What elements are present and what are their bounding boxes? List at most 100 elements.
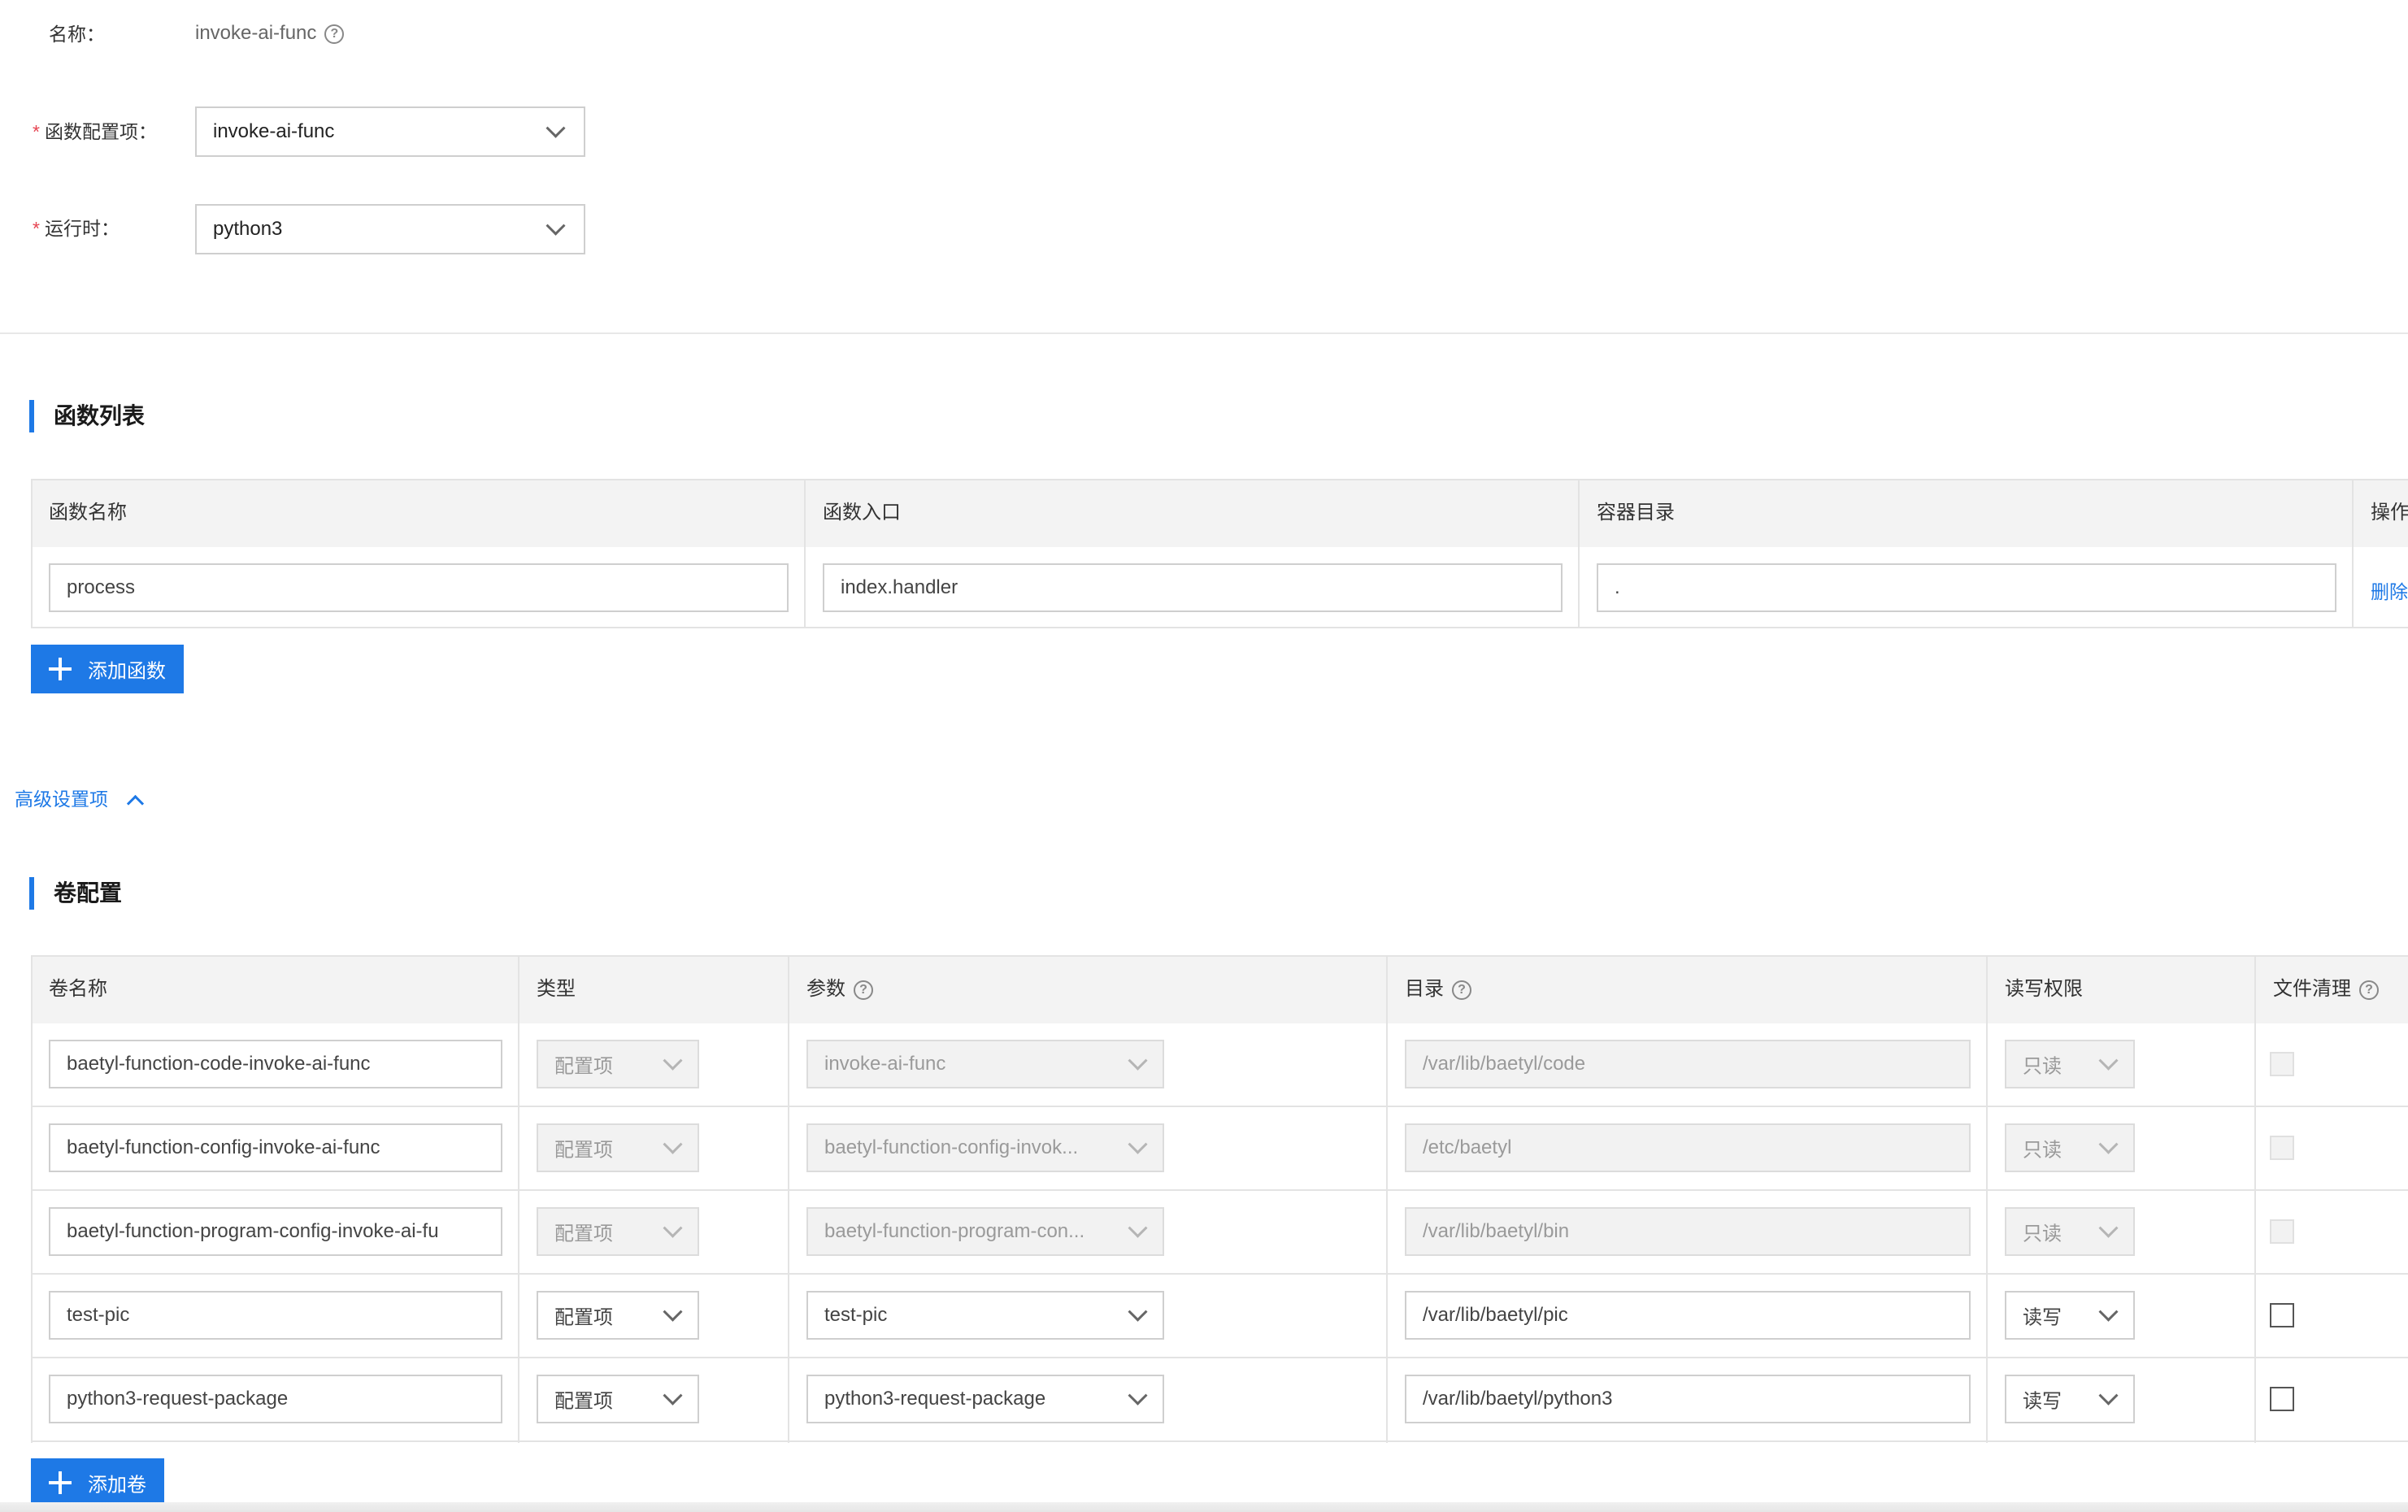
- question-circle-icon[interactable]: ?: [2359, 980, 2379, 1000]
- page: 名称： invoke-ai-func? * 函数配置项： invoke-ai-fu…: [0, 0, 2408, 1512]
- volume-name-value: python3-request-package: [67, 1388, 289, 1410]
- volume-dir-input: /var/lib/baetyl/code: [1405, 1040, 1971, 1088]
- volume-type-value: 配置项: [554, 1139, 613, 1162]
- volume-type-value: 配置项: [554, 1223, 613, 1245]
- volume-perm-value: 读写: [2023, 1306, 2062, 1329]
- function-dir-input[interactable]: .: [1597, 563, 2336, 612]
- chevron-down-icon: [663, 1218, 683, 1238]
- chevron-down-icon: [1128, 1050, 1148, 1071]
- add-volume-label: 添加卷: [88, 1474, 146, 1497]
- chevron-down-icon: [2098, 1050, 2119, 1071]
- chevron-up-icon: [126, 795, 145, 813]
- volume-name-input[interactable]: test-pic: [49, 1291, 502, 1340]
- volume-name-input[interactable]: baetyl-function-code-invoke-ai-func: [49, 1040, 502, 1088]
- chevron-down-icon: [545, 215, 566, 236]
- volume-param-select: baetyl-function-config-invok...: [806, 1123, 1164, 1172]
- file-clean-checkbox: [2270, 1136, 2294, 1160]
- volume-param-value: test-pic: [824, 1304, 888, 1326]
- functions-header-entry: 函数入口: [823, 502, 901, 524]
- add-volume-button[interactable]: 添加卷: [31, 1458, 164, 1507]
- function-name-value: process: [67, 576, 136, 598]
- question-circle-icon[interactable]: ?: [854, 980, 873, 1000]
- chevron-down-icon: [1128, 1385, 1148, 1406]
- volume-dir-input[interactable]: /var/lib/baetyl/python3: [1405, 1375, 1971, 1423]
- config-label-text: 函数配置项：: [44, 121, 157, 142]
- volume-name-input[interactable]: baetyl-function-config-invoke-ai-func: [49, 1123, 502, 1172]
- volume-dir-input[interactable]: /var/lib/baetyl/pic: [1405, 1291, 1971, 1340]
- chevron-down-icon: [663, 1301, 683, 1322]
- section-divider: [0, 332, 2408, 334]
- function-name-input[interactable]: process: [49, 563, 789, 612]
- volume-perm-value: 只读: [2023, 1223, 2062, 1245]
- section-marker: [29, 877, 34, 910]
- volume-type-value: 配置项: [554, 1306, 613, 1329]
- volume-dir-input: /etc/baetyl: [1405, 1123, 1971, 1172]
- col-divider: [518, 957, 519, 1443]
- add-function-button[interactable]: 添加函数: [31, 645, 184, 693]
- volume-type-value: 配置项: [554, 1390, 613, 1413]
- volume-type-select[interactable]: 配置项: [537, 1291, 699, 1340]
- function-entry-input[interactable]: index.handler: [823, 563, 1563, 612]
- add-function-label: 添加函数: [88, 660, 166, 683]
- volume-param-value: invoke-ai-func: [824, 1053, 946, 1075]
- volume-name-input[interactable]: python3-request-package: [49, 1375, 502, 1423]
- advanced-settings-label: 高级设置项: [15, 789, 108, 810]
- chevron-down-icon: [1128, 1218, 1148, 1238]
- volume-param-value: baetyl-function-program-con...: [824, 1220, 1085, 1242]
- functions-table: 函数名称 函数入口 容器目录 操作 process index.handler …: [31, 479, 2408, 628]
- name-label: 名称：: [49, 24, 105, 45]
- config-select-value: invoke-ai-func: [213, 120, 335, 142]
- col-divider: [804, 480, 806, 628]
- volume-name-value: baetyl-function-program-config-invoke-ai…: [67, 1220, 439, 1242]
- runtime-label: * 运行时：: [33, 216, 120, 241]
- required-mark: *: [33, 218, 40, 239]
- runtime-select[interactable]: python3: [195, 204, 585, 254]
- functions-table-header: 函数名称 函数入口 容器目录 操作: [31, 480, 2408, 547]
- volumes-header-param: 参数?: [789, 957, 873, 1022]
- volume-perm-select[interactable]: 读写: [2005, 1375, 2135, 1423]
- volumes-header-perm: 读写权限: [2005, 978, 2083, 1000]
- volumes-table-header: 卷名称 类型 参数? 目录? 读写权限 文件清理?: [31, 957, 2408, 1023]
- delete-function-link[interactable]: 删除: [2371, 576, 2408, 604]
- runtime-label-text: 运行时：: [44, 218, 120, 239]
- volume-name-input[interactable]: baetyl-function-program-config-invoke-ai…: [49, 1207, 502, 1256]
- volume-perm-value: 只读: [2023, 1139, 2062, 1162]
- volume-name-value: baetyl-function-code-invoke-ai-func: [67, 1053, 371, 1075]
- volume-type-select: 配置项: [537, 1207, 699, 1256]
- volume-perm-value: 只读: [2023, 1055, 2062, 1078]
- plus-icon: [49, 658, 72, 680]
- volume-perm-select[interactable]: 读写: [2005, 1291, 2135, 1340]
- config-select[interactable]: invoke-ai-func: [195, 106, 585, 157]
- volume-type-select[interactable]: 配置项: [537, 1375, 699, 1423]
- function-entry-value: index.handler: [841, 576, 958, 598]
- col-divider: [1386, 957, 1388, 1443]
- question-circle-icon[interactable]: ?: [324, 24, 345, 44]
- volume-param-select[interactable]: python3-request-package: [806, 1375, 1164, 1423]
- chevron-down-icon: [1128, 1301, 1148, 1322]
- row-divider: [31, 1273, 2408, 1275]
- functions-header-name: 函数名称: [49, 502, 127, 524]
- volume-param-select[interactable]: test-pic: [806, 1291, 1164, 1340]
- volumes-header-clean: 文件清理?: [2255, 957, 2379, 1022]
- row-divider: [31, 627, 2408, 628]
- file-clean-checkbox[interactable]: [2270, 1303, 2294, 1327]
- row-divider: [31, 1440, 2408, 1442]
- file-clean-checkbox[interactable]: [2270, 1387, 2294, 1411]
- chevron-down-icon: [2098, 1301, 2119, 1322]
- col-divider: [2352, 480, 2354, 628]
- name-value: invoke-ai-func?: [195, 21, 345, 46]
- row-divider: [31, 1106, 2408, 1107]
- function-dir-value: .: [1615, 576, 1620, 598]
- question-circle-icon[interactable]: ?: [1452, 980, 1471, 1000]
- volume-perm-select: 只读: [2005, 1123, 2135, 1172]
- volume-dir-value: /var/lib/baetyl/code: [1423, 1053, 1586, 1075]
- chevron-down-icon: [2098, 1385, 2119, 1406]
- chevron-down-icon: [663, 1134, 683, 1154]
- volumes-header-clean-text: 文件清理: [2273, 978, 2351, 1000]
- advanced-settings-toggle[interactable]: 高级设置项: [15, 784, 145, 813]
- volumes-header-type: 类型: [537, 978, 576, 1000]
- row-divider: [31, 1357, 2408, 1358]
- volume-perm-select: 只读: [2005, 1207, 2135, 1256]
- volume-param-value: baetyl-function-config-invok...: [824, 1136, 1079, 1158]
- volume-dir-input: /var/lib/baetyl/bin: [1405, 1207, 1971, 1256]
